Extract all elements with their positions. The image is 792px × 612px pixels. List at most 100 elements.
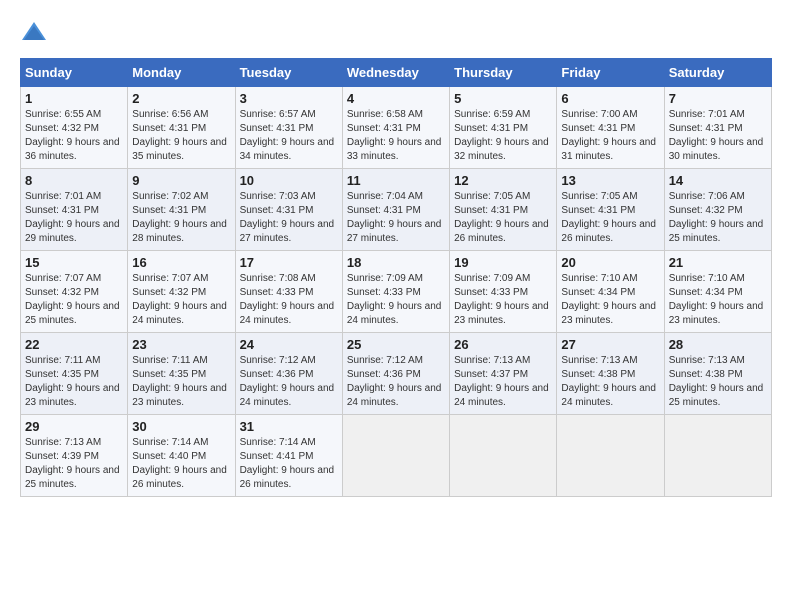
calendar-cell: 26 Sunrise: 7:13 AMSunset: 4:37 PMDaylig… bbox=[450, 333, 557, 415]
calendar-cell: 2 Sunrise: 6:56 AMSunset: 4:31 PMDayligh… bbox=[128, 87, 235, 169]
day-info: Sunrise: 7:10 AMSunset: 4:34 PMDaylight:… bbox=[669, 273, 764, 326]
week-row-1: 1 Sunrise: 6:55 AMSunset: 4:32 PMDayligh… bbox=[21, 87, 772, 169]
day-number: 8 bbox=[25, 173, 123, 188]
day-info: Sunrise: 6:58 AMSunset: 4:31 PMDaylight:… bbox=[347, 109, 442, 162]
calendar-table: SundayMondayTuesdayWednesdayThursdayFrid… bbox=[20, 58, 772, 497]
day-number: 31 bbox=[240, 419, 338, 434]
day-number: 24 bbox=[240, 337, 338, 352]
day-info: Sunrise: 7:01 AMSunset: 4:31 PMDaylight:… bbox=[669, 109, 764, 162]
calendar-cell: 13 Sunrise: 7:05 AMSunset: 4:31 PMDaylig… bbox=[557, 169, 664, 251]
day-number: 1 bbox=[25, 91, 123, 106]
day-number: 29 bbox=[25, 419, 123, 434]
header-row: SundayMondayTuesdayWednesdayThursdayFrid… bbox=[21, 59, 772, 87]
day-info: Sunrise: 7:05 AMSunset: 4:31 PMDaylight:… bbox=[561, 191, 656, 244]
day-info: Sunrise: 7:12 AMSunset: 4:36 PMDaylight:… bbox=[347, 355, 442, 408]
calendar-cell bbox=[557, 415, 664, 497]
header-sunday: Sunday bbox=[21, 59, 128, 87]
calendar-cell: 17 Sunrise: 7:08 AMSunset: 4:33 PMDaylig… bbox=[235, 251, 342, 333]
day-number: 13 bbox=[561, 173, 659, 188]
week-row-4: 22 Sunrise: 7:11 AMSunset: 4:35 PMDaylig… bbox=[21, 333, 772, 415]
day-info: Sunrise: 7:10 AMSunset: 4:34 PMDaylight:… bbox=[561, 273, 656, 326]
calendar-cell: 24 Sunrise: 7:12 AMSunset: 4:36 PMDaylig… bbox=[235, 333, 342, 415]
day-info: Sunrise: 7:14 AMSunset: 4:41 PMDaylight:… bbox=[240, 437, 335, 490]
day-info: Sunrise: 7:01 AMSunset: 4:31 PMDaylight:… bbox=[25, 191, 120, 244]
calendar-cell: 20 Sunrise: 7:10 AMSunset: 4:34 PMDaylig… bbox=[557, 251, 664, 333]
calendar-cell: 1 Sunrise: 6:55 AMSunset: 4:32 PMDayligh… bbox=[21, 87, 128, 169]
day-info: Sunrise: 7:13 AMSunset: 4:38 PMDaylight:… bbox=[669, 355, 764, 408]
logo bbox=[20, 18, 54, 46]
day-info: Sunrise: 7:13 AMSunset: 4:38 PMDaylight:… bbox=[561, 355, 656, 408]
calendar-cell: 16 Sunrise: 7:07 AMSunset: 4:32 PMDaylig… bbox=[128, 251, 235, 333]
day-info: Sunrise: 7:00 AMSunset: 4:31 PMDaylight:… bbox=[561, 109, 656, 162]
day-info: Sunrise: 7:06 AMSunset: 4:32 PMDaylight:… bbox=[669, 191, 764, 244]
day-info: Sunrise: 6:59 AMSunset: 4:31 PMDaylight:… bbox=[454, 109, 549, 162]
day-info: Sunrise: 7:05 AMSunset: 4:31 PMDaylight:… bbox=[454, 191, 549, 244]
day-number: 25 bbox=[347, 337, 445, 352]
calendar-cell: 12 Sunrise: 7:05 AMSunset: 4:31 PMDaylig… bbox=[450, 169, 557, 251]
day-info: Sunrise: 7:07 AMSunset: 4:32 PMDaylight:… bbox=[25, 273, 120, 326]
day-number: 2 bbox=[132, 91, 230, 106]
day-info: Sunrise: 7:03 AMSunset: 4:31 PMDaylight:… bbox=[240, 191, 335, 244]
day-info: Sunrise: 7:09 AMSunset: 4:33 PMDaylight:… bbox=[347, 273, 442, 326]
calendar-cell: 25 Sunrise: 7:12 AMSunset: 4:36 PMDaylig… bbox=[342, 333, 449, 415]
day-info: Sunrise: 7:02 AMSunset: 4:31 PMDaylight:… bbox=[132, 191, 227, 244]
day-number: 11 bbox=[347, 173, 445, 188]
day-info: Sunrise: 7:13 AMSunset: 4:37 PMDaylight:… bbox=[454, 355, 549, 408]
day-info: Sunrise: 6:55 AMSunset: 4:32 PMDaylight:… bbox=[25, 109, 120, 162]
day-number: 15 bbox=[25, 255, 123, 270]
header-tuesday: Tuesday bbox=[235, 59, 342, 87]
calendar-cell: 22 Sunrise: 7:11 AMSunset: 4:35 PMDaylig… bbox=[21, 333, 128, 415]
calendar-cell: 7 Sunrise: 7:01 AMSunset: 4:31 PMDayligh… bbox=[664, 87, 771, 169]
calendar-cell: 10 Sunrise: 7:03 AMSunset: 4:31 PMDaylig… bbox=[235, 169, 342, 251]
day-info: Sunrise: 7:11 AMSunset: 4:35 PMDaylight:… bbox=[25, 355, 120, 408]
calendar-cell: 27 Sunrise: 7:13 AMSunset: 4:38 PMDaylig… bbox=[557, 333, 664, 415]
calendar-cell: 30 Sunrise: 7:14 AMSunset: 4:40 PMDaylig… bbox=[128, 415, 235, 497]
day-number: 12 bbox=[454, 173, 552, 188]
header-wednesday: Wednesday bbox=[342, 59, 449, 87]
logo-icon bbox=[20, 18, 48, 46]
day-number: 9 bbox=[132, 173, 230, 188]
day-number: 14 bbox=[669, 173, 767, 188]
day-number: 23 bbox=[132, 337, 230, 352]
day-number: 28 bbox=[669, 337, 767, 352]
day-info: Sunrise: 7:08 AMSunset: 4:33 PMDaylight:… bbox=[240, 273, 335, 326]
calendar-cell: 23 Sunrise: 7:11 AMSunset: 4:35 PMDaylig… bbox=[128, 333, 235, 415]
day-info: Sunrise: 7:14 AMSunset: 4:40 PMDaylight:… bbox=[132, 437, 227, 490]
day-info: Sunrise: 7:13 AMSunset: 4:39 PMDaylight:… bbox=[25, 437, 120, 490]
calendar-cell: 5 Sunrise: 6:59 AMSunset: 4:31 PMDayligh… bbox=[450, 87, 557, 169]
calendar-cell: 4 Sunrise: 6:58 AMSunset: 4:31 PMDayligh… bbox=[342, 87, 449, 169]
header-saturday: Saturday bbox=[664, 59, 771, 87]
day-number: 18 bbox=[347, 255, 445, 270]
day-number: 5 bbox=[454, 91, 552, 106]
day-info: Sunrise: 7:07 AMSunset: 4:32 PMDaylight:… bbox=[132, 273, 227, 326]
calendar-cell: 8 Sunrise: 7:01 AMSunset: 4:31 PMDayligh… bbox=[21, 169, 128, 251]
day-number: 7 bbox=[669, 91, 767, 106]
header-thursday: Thursday bbox=[450, 59, 557, 87]
day-number: 30 bbox=[132, 419, 230, 434]
calendar-cell: 15 Sunrise: 7:07 AMSunset: 4:32 PMDaylig… bbox=[21, 251, 128, 333]
day-number: 4 bbox=[347, 91, 445, 106]
calendar-cell bbox=[450, 415, 557, 497]
day-number: 21 bbox=[669, 255, 767, 270]
day-number: 10 bbox=[240, 173, 338, 188]
calendar-cell: 9 Sunrise: 7:02 AMSunset: 4:31 PMDayligh… bbox=[128, 169, 235, 251]
day-info: Sunrise: 6:57 AMSunset: 4:31 PMDaylight:… bbox=[240, 109, 335, 162]
calendar-cell: 18 Sunrise: 7:09 AMSunset: 4:33 PMDaylig… bbox=[342, 251, 449, 333]
header-friday: Friday bbox=[557, 59, 664, 87]
day-number: 22 bbox=[25, 337, 123, 352]
day-info: Sunrise: 7:12 AMSunset: 4:36 PMDaylight:… bbox=[240, 355, 335, 408]
calendar-cell bbox=[342, 415, 449, 497]
header-monday: Monday bbox=[128, 59, 235, 87]
day-number: 20 bbox=[561, 255, 659, 270]
day-number: 3 bbox=[240, 91, 338, 106]
week-row-2: 8 Sunrise: 7:01 AMSunset: 4:31 PMDayligh… bbox=[21, 169, 772, 251]
week-row-3: 15 Sunrise: 7:07 AMSunset: 4:32 PMDaylig… bbox=[21, 251, 772, 333]
calendar-cell: 29 Sunrise: 7:13 AMSunset: 4:39 PMDaylig… bbox=[21, 415, 128, 497]
calendar-cell bbox=[664, 415, 771, 497]
calendar-cell: 21 Sunrise: 7:10 AMSunset: 4:34 PMDaylig… bbox=[664, 251, 771, 333]
day-info: Sunrise: 6:56 AMSunset: 4:31 PMDaylight:… bbox=[132, 109, 227, 162]
calendar-cell: 6 Sunrise: 7:00 AMSunset: 4:31 PMDayligh… bbox=[557, 87, 664, 169]
week-row-5: 29 Sunrise: 7:13 AMSunset: 4:39 PMDaylig… bbox=[21, 415, 772, 497]
calendar-cell: 31 Sunrise: 7:14 AMSunset: 4:41 PMDaylig… bbox=[235, 415, 342, 497]
day-info: Sunrise: 7:11 AMSunset: 4:35 PMDaylight:… bbox=[132, 355, 227, 408]
